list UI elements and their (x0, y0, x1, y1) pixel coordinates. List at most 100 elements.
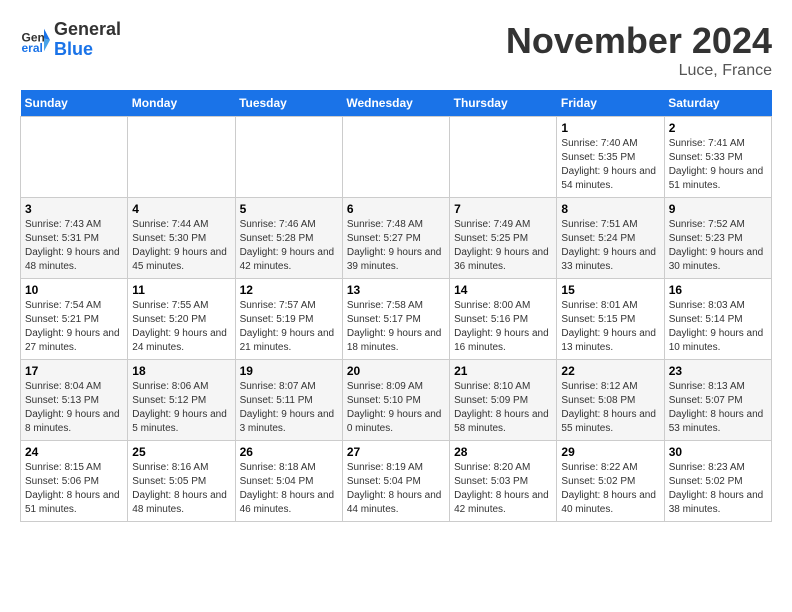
location: Luce, France (506, 62, 772, 80)
calendar-cell: 27 Sunrise: 8:19 AM Sunset: 5:04 PM Dayli… (342, 441, 449, 522)
day-info: Sunrise: 8:12 AM Sunset: 5:08 PM Dayligh… (561, 380, 659, 436)
calendar-header: SundayMondayTuesdayWednesdayThursdayFrid… (21, 90, 772, 117)
day-info: Sunrise: 8:04 AM Sunset: 5:13 PM Dayligh… (25, 380, 123, 436)
day-number: 8 (561, 202, 659, 216)
day-info: Sunrise: 8:01 AM Sunset: 5:15 PM Dayligh… (561, 299, 659, 355)
day-info: Sunrise: 8:09 AM Sunset: 5:10 PM Dayligh… (347, 380, 445, 436)
weekday-header: Friday (557, 90, 664, 117)
day-number: 25 (132, 445, 230, 459)
day-info: Sunrise: 7:49 AM Sunset: 5:25 PM Dayligh… (454, 218, 552, 274)
day-number: 19 (240, 364, 338, 378)
day-number: 26 (240, 445, 338, 459)
day-info: Sunrise: 8:19 AM Sunset: 5:04 PM Dayligh… (347, 461, 445, 517)
day-info: Sunrise: 7:57 AM Sunset: 5:19 PM Dayligh… (240, 299, 338, 355)
day-info: Sunrise: 7:40 AM Sunset: 5:35 PM Dayligh… (561, 137, 659, 193)
weekday-header: Tuesday (235, 90, 342, 117)
calendar-table: SundayMondayTuesdayWednesdayThursdayFrid… (20, 90, 772, 522)
day-number: 9 (669, 202, 767, 216)
calendar-cell (21, 117, 128, 198)
day-info: Sunrise: 7:51 AM Sunset: 5:24 PM Dayligh… (561, 218, 659, 274)
calendar-cell: 19 Sunrise: 8:07 AM Sunset: 5:11 PM Dayli… (235, 360, 342, 441)
calendar-cell: 21 Sunrise: 8:10 AM Sunset: 5:09 PM Dayli… (450, 360, 557, 441)
day-number: 11 (132, 283, 230, 297)
calendar-cell (342, 117, 449, 198)
calendar-cell: 16Sunrise: 8:03 AM Sunset: 5:14 PM Dayli… (664, 279, 771, 360)
day-info: Sunrise: 8:00 AM Sunset: 5:16 PM Dayligh… (454, 299, 552, 355)
month-title: November 2024 (506, 20, 772, 62)
calendar-cell (450, 117, 557, 198)
day-number: 29 (561, 445, 659, 459)
calendar-cell: 18 Sunrise: 8:06 AM Sunset: 5:12 PM Dayli… (128, 360, 235, 441)
calendar-cell: 14 Sunrise: 8:00 AM Sunset: 5:16 PM Dayli… (450, 279, 557, 360)
logo-icon: Gen eral (20, 25, 50, 55)
calendar-cell: 6 Sunrise: 7:48 AM Sunset: 5:27 PM Daylig… (342, 198, 449, 279)
calendar-cell: 7 Sunrise: 7:49 AM Sunset: 5:25 PM Daylig… (450, 198, 557, 279)
calendar-cell: 13 Sunrise: 7:58 AM Sunset: 5:17 PM Dayli… (342, 279, 449, 360)
day-info: Sunrise: 8:23 AM Sunset: 5:02 PM Dayligh… (669, 461, 767, 517)
day-info: Sunrise: 7:41 AM Sunset: 5:33 PM Dayligh… (669, 137, 767, 193)
calendar-cell: 12 Sunrise: 7:57 AM Sunset: 5:19 PM Dayli… (235, 279, 342, 360)
calendar-week-row: 10Sunrise: 7:54 AM Sunset: 5:21 PM Dayli… (21, 279, 772, 360)
day-number: 14 (454, 283, 552, 297)
day-number: 20 (347, 364, 445, 378)
weekday-header: Monday (128, 90, 235, 117)
calendar-week-row: 17 Sunrise: 8:04 AM Sunset: 5:13 PM Dayli… (21, 360, 772, 441)
calendar-cell: 5 Sunrise: 7:46 AM Sunset: 5:28 PM Daylig… (235, 198, 342, 279)
day-number: 12 (240, 283, 338, 297)
day-number: 23 (669, 364, 767, 378)
day-number: 18 (132, 364, 230, 378)
day-info: Sunrise: 8:10 AM Sunset: 5:09 PM Dayligh… (454, 380, 552, 436)
weekday-header: Sunday (21, 90, 128, 117)
day-info: Sunrise: 8:07 AM Sunset: 5:11 PM Dayligh… (240, 380, 338, 436)
day-info: Sunrise: 7:46 AM Sunset: 5:28 PM Dayligh… (240, 218, 338, 274)
title-block: November 2024 Luce, France (506, 20, 772, 80)
day-number: 1 (561, 121, 659, 135)
header-row: SundayMondayTuesdayWednesdayThursdayFrid… (21, 90, 772, 117)
calendar-week-row: 1 Sunrise: 7:40 AM Sunset: 5:35 PM Daylig… (21, 117, 772, 198)
day-info: Sunrise: 7:44 AM Sunset: 5:30 PM Dayligh… (132, 218, 230, 274)
day-info: Sunrise: 7:48 AM Sunset: 5:27 PM Dayligh… (347, 218, 445, 274)
day-info: Sunrise: 7:43 AM Sunset: 5:31 PM Dayligh… (25, 218, 123, 274)
svg-text:eral: eral (22, 41, 43, 55)
day-number: 13 (347, 283, 445, 297)
calendar-cell: 11Sunrise: 7:55 AM Sunset: 5:20 PM Dayli… (128, 279, 235, 360)
day-number: 3 (25, 202, 123, 216)
day-number: 30 (669, 445, 767, 459)
calendar-cell: 30 Sunrise: 8:23 AM Sunset: 5:02 PM Dayli… (664, 441, 771, 522)
day-info: Sunrise: 8:06 AM Sunset: 5:12 PM Dayligh… (132, 380, 230, 436)
weekday-header: Wednesday (342, 90, 449, 117)
calendar-cell: 29 Sunrise: 8:22 AM Sunset: 5:02 PM Dayli… (557, 441, 664, 522)
calendar-cell: 10Sunrise: 7:54 AM Sunset: 5:21 PM Dayli… (21, 279, 128, 360)
calendar-cell: 23Sunrise: 8:13 AM Sunset: 5:07 PM Dayli… (664, 360, 771, 441)
calendar-cell: 25Sunrise: 8:16 AM Sunset: 5:05 PM Dayli… (128, 441, 235, 522)
day-number: 17 (25, 364, 123, 378)
day-number: 5 (240, 202, 338, 216)
day-info: Sunrise: 8:22 AM Sunset: 5:02 PM Dayligh… (561, 461, 659, 517)
calendar-cell: 3 Sunrise: 7:43 AM Sunset: 5:31 PM Daylig… (21, 198, 128, 279)
calendar-cell: 15 Sunrise: 8:01 AM Sunset: 5:15 PM Dayli… (557, 279, 664, 360)
calendar-body: 1 Sunrise: 7:40 AM Sunset: 5:35 PM Daylig… (21, 117, 772, 522)
day-number: 4 (132, 202, 230, 216)
weekday-header: Saturday (664, 90, 771, 117)
day-number: 16 (669, 283, 767, 297)
day-number: 21 (454, 364, 552, 378)
calendar-cell: 28 Sunrise: 8:20 AM Sunset: 5:03 PM Dayli… (450, 441, 557, 522)
day-number: 15 (561, 283, 659, 297)
calendar-cell (235, 117, 342, 198)
calendar-cell: 9 Sunrise: 7:52 AM Sunset: 5:23 PM Daylig… (664, 198, 771, 279)
calendar-cell: 4 Sunrise: 7:44 AM Sunset: 5:30 PM Daylig… (128, 198, 235, 279)
day-number: 7 (454, 202, 552, 216)
day-info: Sunrise: 8:20 AM Sunset: 5:03 PM Dayligh… (454, 461, 552, 517)
day-info: Sunrise: 7:58 AM Sunset: 5:17 PM Dayligh… (347, 299, 445, 355)
day-number: 28 (454, 445, 552, 459)
calendar-cell: 26Sunrise: 8:18 AM Sunset: 5:04 PM Dayli… (235, 441, 342, 522)
day-info: Sunrise: 7:52 AM Sunset: 5:23 PM Dayligh… (669, 218, 767, 274)
day-number: 6 (347, 202, 445, 216)
calendar-cell: 8 Sunrise: 7:51 AM Sunset: 5:24 PM Daylig… (557, 198, 664, 279)
calendar-cell: 1 Sunrise: 7:40 AM Sunset: 5:35 PM Daylig… (557, 117, 664, 198)
logo-text-blue: Blue (54, 40, 121, 60)
calendar-cell: 17 Sunrise: 8:04 AM Sunset: 5:13 PM Dayli… (21, 360, 128, 441)
calendar-cell: 24Sunrise: 8:15 AM Sunset: 5:06 PM Dayli… (21, 441, 128, 522)
day-number: 27 (347, 445, 445, 459)
day-info: Sunrise: 8:15 AM Sunset: 5:06 PM Dayligh… (25, 461, 123, 517)
